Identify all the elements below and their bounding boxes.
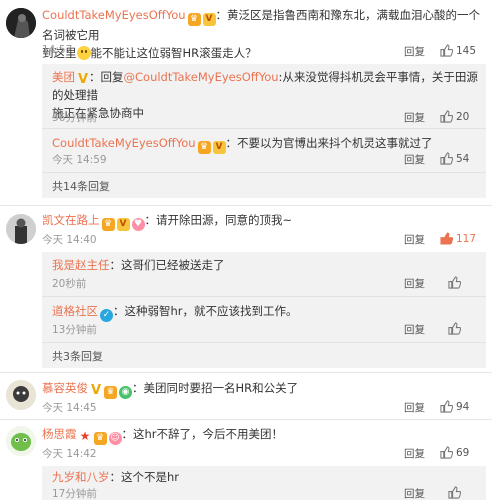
reply-item: 道格社区 ✓ ：这种弱智hr，就不应该找到工作。 bbox=[52, 304, 298, 322]
username-link[interactable]: 我是赵主任 bbox=[52, 258, 110, 272]
comment-time: 今天 14:42 bbox=[42, 448, 97, 460]
like-button[interactable] bbox=[448, 276, 464, 289]
divider bbox=[42, 172, 486, 173]
like-button[interactable]: 20 bbox=[440, 110, 469, 123]
like-button[interactable] bbox=[448, 486, 464, 499]
reply-button[interactable]: 回复 bbox=[404, 232, 425, 247]
comment-text: CouldtTakeMyEyesOffYou ♛ V ：黄泛区是指鲁西南和豫东北，满载… bbox=[42, 8, 481, 42]
like-button[interactable]: 69 bbox=[440, 446, 469, 459]
eye-badge-icon: ◉ bbox=[119, 386, 132, 399]
thumbs-up-icon bbox=[440, 400, 454, 413]
reply-button[interactable]: 回复 bbox=[404, 400, 425, 415]
reply-button[interactable]: 回复 bbox=[404, 486, 425, 500]
username-link[interactable]: CouldtTakeMyEyesOffYou bbox=[42, 8, 186, 22]
divider bbox=[42, 128, 486, 129]
vip-badge-icon: V bbox=[202, 13, 216, 26]
thumbs-up-icon bbox=[448, 276, 462, 289]
reply-button[interactable]: 回复 bbox=[404, 110, 425, 125]
thumbs-up-icon bbox=[440, 110, 454, 123]
username-link[interactable]: 凯文在路上 bbox=[42, 213, 100, 227]
like-button[interactable] bbox=[448, 322, 464, 335]
comment-time: 今天 14:45 bbox=[42, 402, 97, 414]
reply-time: 20秒前 bbox=[52, 278, 87, 290]
more-replies-link[interactable]: 共14条回复 bbox=[52, 178, 110, 194]
comment-item: CouldtTakeMyEyesOffYou ♛ V ：黄泛区是指鲁西南和豫东北，满载… bbox=[0, 0, 492, 198]
community-badge-icon: ✓ bbox=[100, 309, 113, 322]
thumbs-up-icon bbox=[440, 446, 454, 459]
comment-time: 14:57 bbox=[42, 44, 73, 56]
face-badge-icon: ☺ bbox=[108, 432, 122, 445]
username-link[interactable]: 杨思霞 bbox=[42, 427, 77, 441]
comment-text: 慕容英俊 V ♛ ◉ ：美团同时要招一名HR和公关了 bbox=[42, 381, 299, 399]
reply-button[interactable]: 回复 bbox=[404, 152, 425, 167]
comment-item: 凯文在路上 ♛ V ♥ ：请开除田源，同意的顶我~ 今天 14:40 回复 117 我是… bbox=[0, 206, 492, 368]
reply-button[interactable]: 回复 bbox=[404, 446, 425, 461]
heart-badge-icon: ♥ bbox=[131, 218, 145, 231]
reply-list: 九岁和八岁：这个不是hr 17分钟前 回复 bbox=[42, 466, 486, 500]
reply-item: CouldtTakeMyEyesOffYou ♛ V ：不要以为官博出来抖个机灵这事就… bbox=[52, 136, 433, 154]
reply-button[interactable]: 回复 bbox=[404, 276, 425, 291]
avatar[interactable] bbox=[6, 380, 36, 410]
divider bbox=[42, 342, 486, 343]
fan-badge-icon: ♛ bbox=[187, 13, 201, 26]
reply-time: 今天 14:59 bbox=[52, 154, 107, 166]
like-button[interactable]: 54 bbox=[440, 152, 469, 165]
comment-item: 慕容英俊 V ♛ ◉ ：美团同时要招一名HR和公关了 今天 14:45 回复 94 bbox=[0, 374, 492, 416]
avatar[interactable] bbox=[6, 8, 36, 38]
reply-time: 56分钟前 bbox=[52, 112, 97, 124]
username-link[interactable]: 九岁和八岁 bbox=[52, 470, 110, 484]
thumbs-up-icon bbox=[440, 44, 454, 57]
fan-badge-icon: ♛ bbox=[104, 386, 117, 399]
comment-item: 杨思霞 ★ ♛ ☺ ：这hr不辞了，今后不用美团！ 今天 14:42 回复 69 九岁和… bbox=[0, 420, 492, 500]
reply-button[interactable]: 回复 bbox=[404, 44, 425, 59]
fan-badge-icon: ♛ bbox=[93, 432, 107, 445]
comment-text: 杨思霞 ★ ♛ ☺ ：这hr不辞了，今后不用美团！ bbox=[42, 427, 284, 445]
avatar[interactable] bbox=[6, 426, 36, 456]
reply-item: 我是赵主任：这哥们已经被送走了 bbox=[52, 258, 225, 272]
thumbs-up-icon bbox=[440, 152, 454, 165]
reply-time: 17分钟前 bbox=[52, 488, 97, 500]
like-button[interactable]: 145 bbox=[440, 44, 476, 57]
verified-v-icon: V bbox=[77, 72, 89, 87]
thumbs-up-hot-icon bbox=[440, 232, 454, 245]
username-link[interactable]: 道格社区 bbox=[52, 304, 98, 318]
reply-list: 美团 V：回复@CouldtTakeMyEyesOffYou:从来没觉得抖机灵会平… bbox=[42, 64, 486, 198]
verified-v-icon: V bbox=[90, 383, 102, 398]
comment-text: 凯文在路上 ♛ V ♥ ：请开除田源，同意的顶我~ bbox=[42, 213, 293, 231]
username-link[interactable]: 慕容英俊 bbox=[42, 381, 88, 395]
mention-link[interactable]: @CouldtTakeMyEyesOffYou bbox=[124, 70, 279, 84]
reply-button[interactable]: 回复 bbox=[404, 322, 425, 337]
reply-time: 13分钟前 bbox=[52, 324, 97, 336]
star-badge-icon: ★ bbox=[79, 429, 91, 443]
reply-list: 我是赵主任：这哥们已经被送走了 20秒前 回复 道格社区 ✓ ：这种弱智hr，就不应… bbox=[42, 252, 486, 368]
avatar[interactable] bbox=[6, 214, 36, 244]
username-link[interactable]: 美团 bbox=[52, 70, 75, 84]
comment-thread: CouldtTakeMyEyesOffYou ♛ V ：黄泛区是指鲁西南和豫东北，满载… bbox=[0, 0, 492, 500]
vip-badge-icon: V bbox=[116, 218, 130, 231]
divider bbox=[0, 372, 492, 373]
comment-time: 今天 14:40 bbox=[42, 234, 97, 246]
like-button[interactable]: 117 bbox=[440, 232, 476, 245]
thumbs-up-icon bbox=[448, 486, 462, 499]
fan-badge-icon: ♛ bbox=[101, 218, 115, 231]
more-replies-link[interactable]: 共3条回复 bbox=[52, 348, 103, 364]
thumbs-up-icon bbox=[448, 322, 462, 335]
like-button[interactable]: 94 bbox=[440, 400, 469, 413]
reply-item: 九岁和八岁：这个不是hr bbox=[52, 470, 180, 484]
username-link[interactable]: CouldtTakeMyEyesOffYou bbox=[52, 136, 196, 150]
divider bbox=[42, 296, 486, 297]
